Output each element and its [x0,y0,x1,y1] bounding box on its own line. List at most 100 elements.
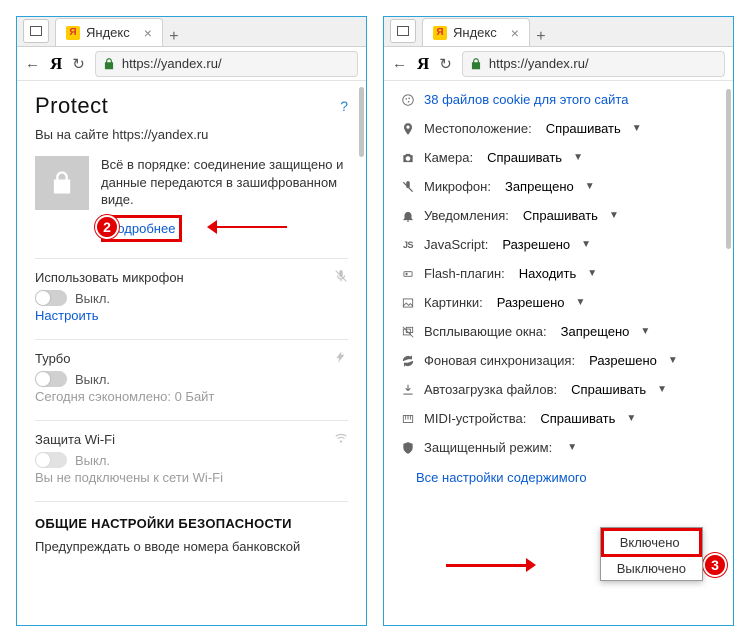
lock-icon [469,57,483,71]
lock-icon [102,57,116,71]
download-icon [400,383,416,397]
mic-label: Использовать микрофон [35,270,184,285]
help-button[interactable]: ? [340,98,348,114]
new-tab-button[interactable]: + [530,28,552,46]
all-settings-link[interactable]: Все настройки содержимого [400,462,719,499]
url-text: https://yandex.ru/ [122,56,222,71]
midi-icon [400,412,416,426]
annotation-arrow-icon [217,226,287,228]
chevron-down-icon: ▼ [657,384,667,395]
perm-javascript[interactable]: JS JavaScript Разрешено ▼ [400,230,719,259]
url-text: https://yandex.ru/ [489,56,589,71]
new-tab-button[interactable]: + [163,28,185,46]
close-tab-icon[interactable]: × [144,25,152,41]
cookie-icon [400,93,416,107]
browser-window-right: Я Яндекс × + ← Я ↻ https://yandex.ru/ 38… [383,16,734,626]
cookies-row[interactable]: 38 файлов cookie для этого сайта [400,85,719,114]
separator [35,339,348,340]
shield-icon [400,441,416,455]
mic-off-icon [400,180,416,194]
reload-button-icon[interactable]: ↻ [72,55,85,73]
chevron-down-icon: ▼ [668,355,678,366]
setting-wifi: Защита Wi-Fi Выкл. Вы не подключены к се… [35,431,348,485]
wifi-state: Выкл. [75,453,110,468]
chevron-down-icon: ▼ [640,326,650,337]
location-icon [400,122,416,136]
browser-window-left: Я Яндекс × + ← Я ↻ https://yandex.ru/ Pr… [16,16,367,626]
chevron-down-icon: ▼ [632,123,642,134]
bank-warning: Предупреждать о вводе номера банковской [35,539,348,554]
wifi-label: Защита Wi-Fi [35,432,115,447]
wifi-note: Вы не подключены к сети Wi-Fi [35,470,348,485]
chevron-down-icon: ▼ [576,297,586,308]
perm-sync[interactable]: Фоновая синхронизация Разрешено ▼ [400,346,719,375]
mic-off-icon [334,269,348,286]
mic-toggle[interactable] [35,290,67,306]
yandex-logo-icon[interactable]: Я [50,54,62,74]
setting-turbo: Турбо Выкл. Сегодня сэкономлено: 0 Байт [35,350,348,404]
turbo-saved: Сегодня сэкономлено: 0 Байт [35,389,348,404]
turbo-label: Турбо [35,351,70,366]
close-tab-icon[interactable]: × [511,25,519,41]
protect-title: Protect [35,93,108,119]
scrollbar[interactable] [359,87,364,157]
panel-button-icon[interactable] [23,19,49,43]
perm-downloads[interactable]: Автозагрузка файлов Спрашивать ▼ [400,375,719,404]
js-icon: JS [400,240,416,250]
back-button-icon[interactable]: ← [392,55,407,72]
tab-bar: Я Яндекс × + [17,17,366,47]
reload-button-icon[interactable]: ↻ [439,55,452,73]
perm-flash[interactable]: Flash-плагин Находить ▼ [400,259,719,288]
dropdown-option-on[interactable]: Включено [601,528,702,557]
favicon-icon: Я [66,26,80,40]
wifi-toggle [35,452,67,468]
perm-camera[interactable]: Камера Спрашивать ▼ [400,143,719,172]
perm-location[interactable]: Местоположение Спрашивать ▼ [400,114,719,143]
tab-yandex[interactable]: Я Яндекс × [422,18,530,46]
perm-midi[interactable]: MIDI-устройства Спрашивать ▼ [400,404,719,433]
chevron-down-icon: ▼ [581,239,591,250]
turbo-state: Выкл. [75,372,110,387]
perm-notifications[interactable]: Уведомления Спрашивать ▼ [400,201,719,230]
annotation-arrow-icon [446,564,526,567]
address-bar[interactable]: https://yandex.ru/ [462,51,725,77]
toolbar: ← Я ↻ https://yandex.ru/ [384,47,733,81]
toolbar: ← Я ↻ https://yandex.ru/ [17,47,366,81]
protect-panel: Protect ? Вы на сайте https://yandex.ru … [17,81,366,625]
tab-bar: Я Яндекс × + [384,17,733,47]
perm-images[interactable]: Картинки Разрешено ▼ [400,288,719,317]
perm-popups[interactable]: Всплывающие окна Запрещено ▼ [400,317,719,346]
tab-yandex[interactable]: Я Яндекс × [55,18,163,46]
protected-mode-dropdown: Включено Выключено [600,527,703,581]
perm-protected-mode[interactable]: Защищенный режим ▼ [400,433,719,462]
dropdown-option-off[interactable]: Выключено [601,557,702,580]
chevron-down-icon: ▼ [567,442,577,453]
chevron-down-icon: ▼ [587,268,597,279]
perm-microphone[interactable]: Микрофон Запрещено ▼ [400,172,719,201]
separator [35,501,348,502]
panel-button-icon[interactable] [390,19,416,43]
turbo-toggle[interactable] [35,371,67,387]
tab-title: Яндекс [86,25,130,40]
scrollbar[interactable] [726,89,731,249]
rocket-icon [334,350,348,367]
address-bar[interactable]: https://yandex.ru/ [95,51,358,77]
security-section-title: ОБЩИЕ НАСТРОЙКИ БЕЗОПАСНОСТИ [35,516,348,531]
secure-info: Всё в порядке: соединение защищено и дан… [101,156,348,242]
cookies-link[interactable]: 38 файлов cookie для этого сайта [424,92,628,107]
image-icon [400,296,416,310]
annotation-badge-3: 3 [703,553,727,577]
annotation-badge-2: 2 [95,215,119,239]
separator [35,420,348,421]
chevron-down-icon: ▼ [626,413,636,424]
setting-microphone: Использовать микрофон Выкл. Настроить [35,269,348,323]
site-line: Вы на сайте https://yandex.ru [35,127,348,142]
chevron-down-icon: ▼ [573,152,583,163]
mic-configure-link[interactable]: Настроить [35,308,348,323]
yandex-logo-icon[interactable]: Я [417,54,429,74]
popup-icon [400,325,416,339]
back-button-icon[interactable]: ← [25,55,40,72]
secure-text: Всё в порядке: соединение защищено и дан… [101,156,348,209]
wifi-icon [334,431,348,448]
tab-title: Яндекс [453,25,497,40]
